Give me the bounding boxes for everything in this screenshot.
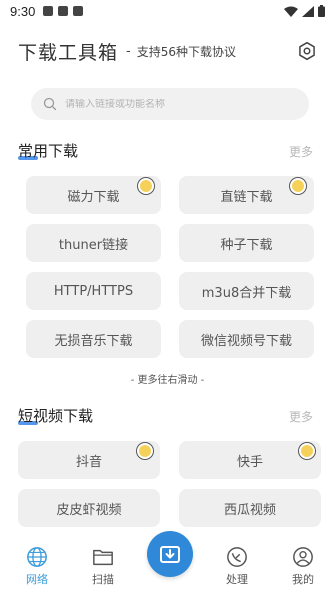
tile-http-https[interactable]: HTTP/HTTPS	[26, 272, 161, 310]
notification-icon	[58, 6, 69, 16]
page-title: 下载工具箱	[18, 41, 119, 64]
settings-button[interactable]	[296, 40, 318, 62]
gear-icon	[299, 41, 315, 61]
tile-lossless-music[interactable]: 无损音乐下载	[26, 320, 161, 358]
user-icon	[293, 547, 313, 567]
notification-icon	[73, 6, 84, 16]
satellite-icon	[227, 547, 247, 567]
video-more-link[interactable]: 更多	[289, 408, 313, 425]
status-bar: 9:30	[0, 0, 335, 22]
tile-wechat-video[interactable]: 微信视频号下载	[179, 320, 314, 358]
tile-m3u8-merge[interactable]: m3u8合并下载	[179, 272, 314, 310]
page-subtitle: 支持56种下载协议	[136, 44, 236, 59]
hot-badge-icon	[137, 443, 153, 459]
search-icon	[43, 97, 57, 111]
search-bar[interactable]	[31, 88, 309, 120]
app-header: 下载工具箱 - 支持56种下载协议	[18, 36, 318, 66]
hot-badge-icon	[138, 178, 154, 194]
status-time: 9:30	[10, 3, 36, 19]
video-section-title: 短视频下载	[18, 407, 94, 425]
hot-badge-icon	[290, 178, 306, 194]
search-input[interactable]	[65, 98, 265, 110]
tile-thunder-link[interactable]: thuner链接	[26, 224, 161, 262]
common-section-title: 常用下载	[18, 142, 79, 160]
tile-pipixia[interactable]: 皮皮虾视频	[18, 489, 160, 527]
tab-scan[interactable]: 扫描	[78, 546, 128, 587]
tab-mine[interactable]: 我的	[278, 546, 328, 587]
notification-icon	[43, 6, 54, 16]
battery-icon	[318, 5, 325, 17]
hot-badge-icon	[299, 443, 315, 459]
wifi-icon	[284, 6, 298, 17]
folder-icon	[93, 549, 113, 566]
common-more-link[interactable]: 更多	[289, 143, 313, 160]
tile-torrent-download[interactable]: 种子下载	[179, 224, 314, 262]
scroll-hint: - 更多往右滑动 -	[130, 375, 205, 386]
tile-xigua[interactable]: 西瓜视频	[179, 489, 321, 527]
header-separator: -	[126, 43, 131, 59]
globe-icon	[27, 547, 47, 567]
signal-icon	[302, 5, 314, 17]
download-fab-button[interactable]	[147, 531, 193, 577]
tab-network[interactable]: 网络	[12, 546, 62, 587]
tab-process[interactable]: 处理	[212, 546, 262, 587]
status-right	[284, 5, 325, 17]
download-box-icon	[160, 546, 180, 563]
